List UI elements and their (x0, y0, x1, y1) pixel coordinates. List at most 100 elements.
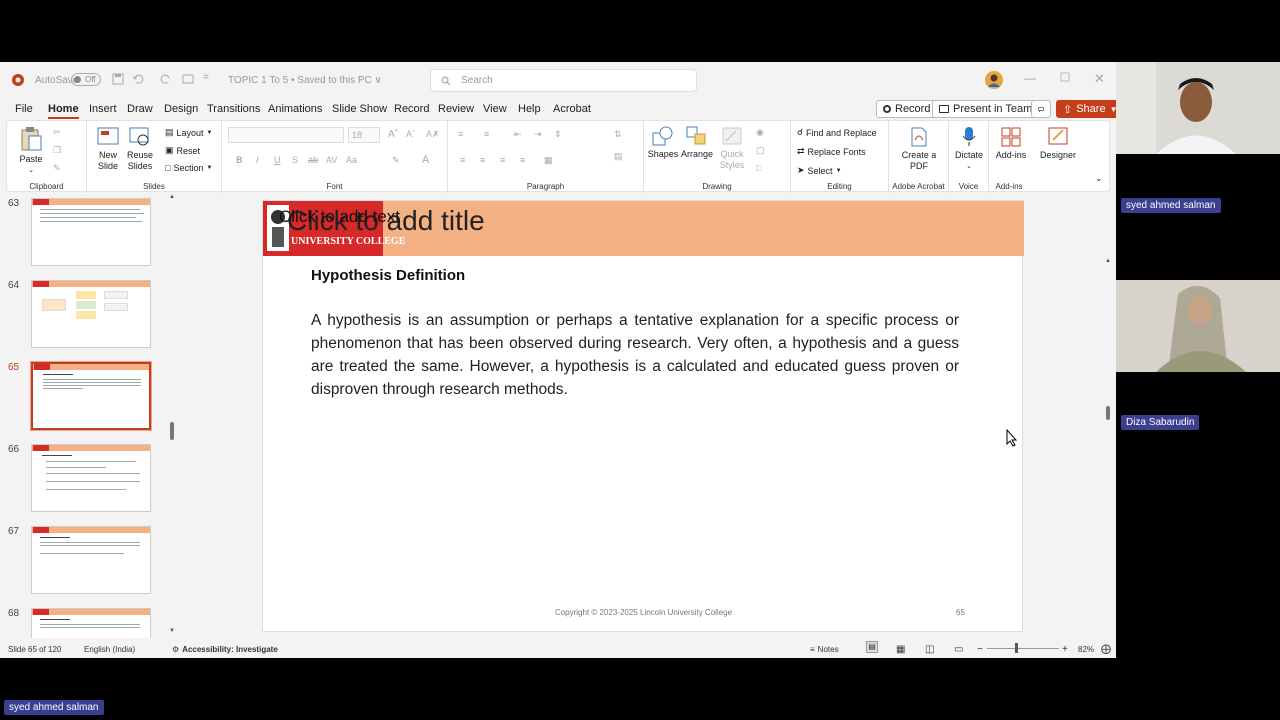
fit-to-window-icon[interactable]: ⨁ (1101, 644, 1111, 655)
present-in-teams-button[interactable]: Present in Teams (932, 100, 1045, 118)
align-left-icon[interactable]: ≡ (460, 155, 465, 165)
text-direction-icon[interactable]: ⇅ (614, 129, 622, 140)
tab-review[interactable]: Review (438, 103, 474, 115)
change-case-icon[interactable]: Aa (346, 155, 357, 165)
thumbnail-slide-67[interactable] (31, 526, 151, 594)
decrease-indent-icon[interactable]: ⇤ (514, 129, 522, 140)
strikethrough-icon[interactable]: ab (308, 155, 318, 165)
tab-transitions[interactable]: Transitions (207, 103, 260, 115)
font-size-box[interactable]: 18 (348, 127, 380, 143)
participant-video-1[interactable] (1116, 62, 1280, 154)
select-button[interactable]: ➤ Select ▼ (797, 165, 842, 176)
tab-draw[interactable]: Draw (127, 103, 153, 115)
zoom-level[interactable]: 82% (1078, 645, 1094, 654)
normal-view-icon[interactable]: ▤ (866, 641, 878, 653)
highlight-icon[interactable]: ✎ (392, 155, 400, 166)
redo-icon[interactable] (160, 73, 172, 85)
notes-button[interactable]: ≡ Notes (810, 645, 839, 654)
clear-formatting-icon[interactable]: A✗ (426, 129, 440, 140)
customize-toolbar-icon[interactable]: = (203, 72, 209, 83)
align-center-icon[interactable]: ≡ (480, 155, 485, 165)
comments-button[interactable] (1031, 100, 1051, 118)
undo-icon[interactable] (132, 73, 144, 85)
zoom-out-icon[interactable]: − (977, 644, 983, 655)
designer-button[interactable]: Designer (1035, 126, 1081, 161)
numbering-icon[interactable]: ≡ (484, 129, 489, 139)
tab-design[interactable]: Design (164, 103, 198, 115)
align-right-icon[interactable]: ≡ (500, 155, 505, 165)
shapes-button[interactable]: Shapes (646, 125, 680, 160)
share-button[interactable]: ⇧ Share ▼ (1056, 100, 1116, 118)
line-spacing-icon[interactable]: ⇕ (554, 129, 562, 140)
tab-record[interactable]: Record (394, 103, 429, 115)
bullets-icon[interactable]: ≡ (458, 129, 463, 139)
layout-button[interactable]: ▤ Layout ▼ (165, 127, 213, 138)
cut-icon[interactable]: ✂ (53, 127, 61, 138)
shape-outline-icon[interactable]: ▢ (756, 145, 765, 156)
slideshow-icon[interactable]: ▭ (954, 644, 963, 655)
shape-effects-icon[interactable]: □ (756, 163, 761, 173)
reset-button[interactable]: ▣ Reset (165, 145, 200, 156)
replace-fonts-button[interactable]: ⇄ Replace Fonts (797, 146, 866, 157)
justify-icon[interactable]: ≡ (520, 155, 525, 165)
document-title[interactable]: TOPIC 1 To 5 • Saved to this PC ∨ (228, 75, 382, 86)
title-placeholder[interactable]: Click to add title Click to add text (279, 205, 485, 237)
zoom-in-icon[interactable]: + (1062, 644, 1068, 655)
slide-sorter-icon[interactable]: ▦ (896, 644, 905, 655)
user-avatar[interactable] (985, 71, 1003, 89)
zoom-slider[interactable] (987, 648, 1059, 649)
quick-styles-button[interactable]: Quick Styles (716, 125, 748, 171)
scroll-up-icon[interactable]: ▲ (1105, 258, 1111, 264)
thumbnail-slide-63[interactable] (31, 198, 151, 266)
reuse-slides-button[interactable]: Reuse Slides (125, 126, 155, 172)
shrink-font-icon[interactable]: Aˇ (406, 129, 415, 139)
new-slide-button[interactable]: New Slide (91, 126, 125, 172)
thumbnail-slide-65[interactable] (30, 361, 152, 431)
tab-slide-show[interactable]: Slide Show (332, 103, 387, 115)
font-color-icon[interactable]: A (422, 154, 429, 166)
accessibility-button[interactable]: ⚙ Accessibility: Investigate (172, 645, 278, 654)
participant-video-2[interactable] (1116, 280, 1280, 372)
start-from-beginning-icon[interactable] (182, 73, 194, 85)
tab-acrobat[interactable]: Acrobat (553, 103, 591, 115)
shape-fill-icon[interactable]: ◉ (756, 127, 764, 138)
paste-button[interactable]: Paste ⌄ (13, 126, 49, 176)
arrange-button[interactable]: Arrange (680, 125, 714, 160)
italic-icon[interactable]: I (256, 155, 259, 165)
tab-file[interactable]: File (15, 103, 33, 115)
format-painter-icon[interactable]: ✎ (53, 163, 61, 174)
thumbnail-slide-68[interactable] (31, 608, 151, 638)
tab-animations[interactable]: Animations (268, 103, 322, 115)
thumbnail-slide-64[interactable] (31, 280, 151, 348)
create-pdf-button[interactable]: Create a PDF (895, 126, 943, 172)
tab-help[interactable]: Help (518, 103, 541, 115)
underline-icon[interactable]: U (274, 155, 281, 165)
collapse-ribbon-icon[interactable]: ⌄ (1095, 173, 1103, 184)
restore-icon[interactable] (1060, 72, 1070, 82)
thumbnail-scrollbar[interactable]: ▲ ▼ (168, 194, 176, 638)
scrollbar-thumb[interactable] (1106, 406, 1110, 420)
increase-indent-icon[interactable]: ⇥ (534, 129, 542, 140)
minimize-icon[interactable]: — (1024, 71, 1036, 85)
grow-font-icon[interactable]: Aˆ (388, 129, 398, 140)
zoom-slider-thumb[interactable] (1015, 643, 1018, 653)
record-button[interactable]: Record (876, 100, 938, 118)
reading-view-icon[interactable]: ◫ (925, 644, 934, 655)
search-box[interactable]: Search (430, 69, 697, 92)
language-indicator[interactable]: English (India) (84, 645, 135, 654)
scroll-up-icon[interactable]: ▲ (169, 194, 175, 200)
autosave-toggle[interactable]: Off (66, 73, 101, 86)
tab-home[interactable]: Home (48, 103, 79, 119)
slide-scrollbar[interactable]: ▲ ▼ ▲ ▼ (1103, 258, 1113, 658)
close-icon[interactable]: ✕ (1094, 71, 1105, 87)
columns-icon[interactable]: ▦ (544, 155, 553, 166)
section-button[interactable]: □ Section ▼ (165, 163, 212, 173)
tab-insert[interactable]: Insert (89, 103, 117, 115)
font-name-box[interactable] (228, 127, 344, 143)
align-text-icon[interactable]: ▤ (614, 151, 623, 162)
save-icon[interactable] (112, 73, 124, 85)
copy-icon[interactable]: ❐ (53, 145, 61, 156)
tab-view[interactable]: View (483, 103, 507, 115)
bold-icon[interactable]: B (236, 155, 243, 165)
spacing-icon[interactable]: AV (326, 155, 337, 165)
